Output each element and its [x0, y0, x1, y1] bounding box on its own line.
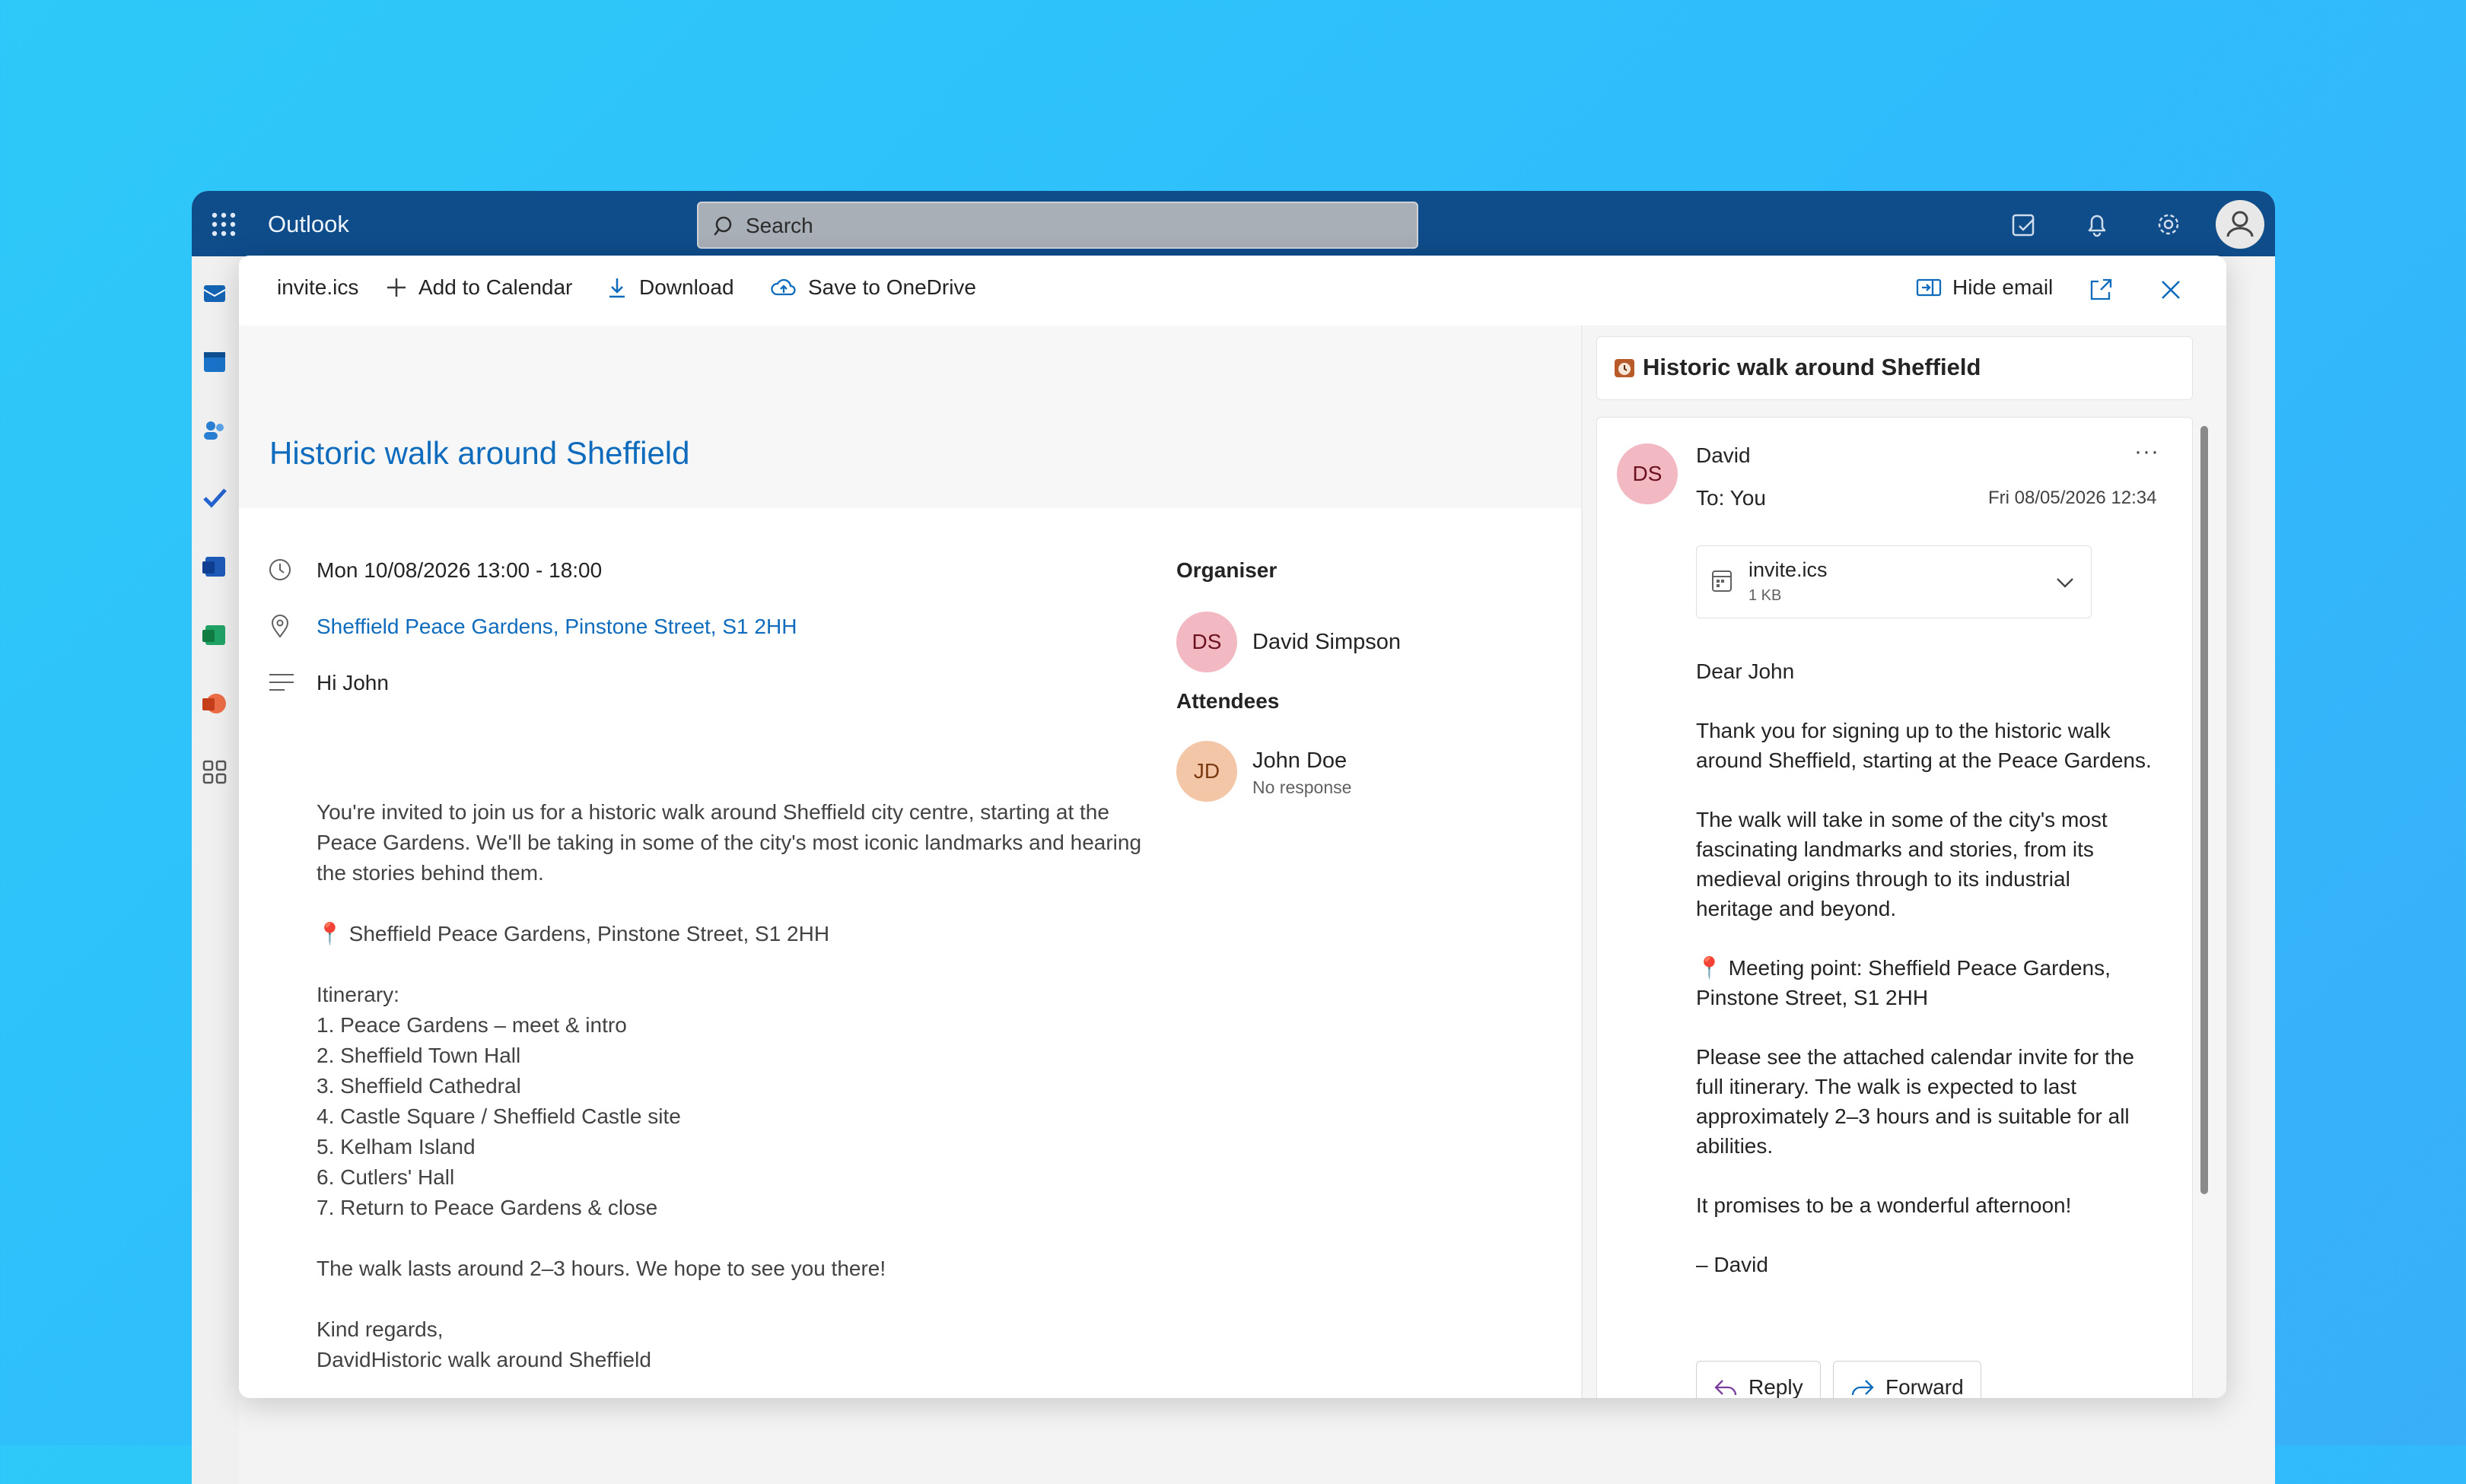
attendee-name: John Doe: [1252, 748, 1348, 773]
chevron-down-icon[interactable]: [2054, 572, 2076, 593]
calendar-file-icon: [1712, 570, 1732, 592]
powerpoint-icon[interactable]: [201, 690, 228, 717]
hide-email-button[interactable]: Hide email: [1916, 275, 2053, 300]
app-title: Outlook: [268, 211, 349, 237]
attachment-filename: invite.ics: [277, 275, 359, 299]
word-icon[interactable]: [201, 553, 228, 580]
preview-toolbar: invite.ics Add to Calendar Download Save…: [239, 256, 2226, 326]
people-icon[interactable]: [201, 416, 228, 443]
notifications-bell-icon[interactable]: [2082, 209, 2112, 240]
add-to-calendar-label: Add to Calendar: [418, 275, 573, 299]
to-label: To:: [1696, 486, 1725, 510]
email-pane: Historic walk around Sheffield DS David …: [1583, 326, 2226, 1398]
search-placeholder: Search: [746, 214, 813, 237]
forward-icon: [1851, 1380, 1874, 1396]
organiser-avatar: DS: [1176, 612, 1237, 672]
download-icon: [609, 278, 625, 298]
event-details-pane: Historic walk around Sheffield Mon 10/08…: [239, 326, 1583, 1398]
pop-out-icon[interactable]: [2088, 277, 2114, 303]
search-icon: [714, 216, 732, 236]
forward-button[interactable]: Forward: [1833, 1361, 1981, 1398]
close-icon[interactable]: [2158, 277, 2184, 303]
email-message: DS David To: You Fri 08/05/2026 12:34 ··…: [1596, 417, 2193, 1398]
attendee-avatar: JD: [1176, 741, 1237, 802]
calendar-icon[interactable]: [201, 348, 228, 375]
hide-email-label: Hide email: [1952, 275, 2054, 299]
event-greeting: Hi John: [317, 671, 389, 694]
top-bar: Outlook Search: [192, 191, 2275, 256]
mail-icon[interactable]: [201, 279, 228, 307]
organiser-name: David Simpson: [1252, 630, 1402, 654]
download-label: Download: [639, 275, 734, 299]
attachment-size: 1 KB: [1748, 587, 1782, 604]
settings-gear-icon[interactable]: [2153, 209, 2184, 240]
email-subject: Historic walk around Sheffield: [1643, 354, 1981, 380]
forward-label: Forward: [1885, 1375, 1964, 1398]
save-to-onedrive-label: Save to OneDrive: [808, 275, 976, 299]
cloud-upload-icon: [771, 278, 796, 296]
account-avatar[interactable]: [2216, 200, 2264, 249]
organiser-heading: Organiser: [1176, 558, 1278, 582]
sender-avatar: DS: [1617, 443, 1678, 504]
location-pin-icon: [271, 615, 289, 638]
reply-label: Reply: [1748, 1375, 1803, 1398]
attachment-preview-dialog: invite.ics Add to Calendar Download Save…: [239, 256, 2226, 1398]
attendees-heading: Attendees: [1176, 689, 1280, 713]
event-description: You're invited to join us for a historic…: [317, 800, 1142, 1371]
event-location-link[interactable]: Sheffield Peace Gardens, Pinstone Street…: [317, 615, 797, 639]
attachment-name: invite.ics: [1748, 558, 1828, 581]
more-actions-button[interactable]: ···: [2134, 439, 2159, 465]
reply-icon: [1714, 1380, 1737, 1396]
event-datetime: Mon 10/08/2026 13:00 - 18:00: [317, 558, 603, 582]
attendee-status: No response: [1252, 777, 1352, 797]
person-icon: [2226, 211, 2254, 237]
calendar-invite-icon: [1615, 359, 1634, 377]
plus-icon: [387, 278, 406, 297]
app-rail: [192, 256, 239, 1484]
event-title: Historic walk around Sheffield: [269, 435, 690, 471]
event-title-band: Historic walk around Sheffield: [239, 326, 1581, 508]
description-icon: [269, 674, 294, 691]
excel-icon[interactable]: [201, 621, 228, 649]
recipient-name: You: [1729, 486, 1766, 510]
sender-name: David: [1696, 443, 1751, 467]
add-to-calendar-button[interactable]: Add to Calendar: [385, 275, 572, 300]
download-button[interactable]: Download: [606, 275, 734, 300]
reply-button[interactable]: Reply: [1696, 1361, 1821, 1398]
email-scrollbar[interactable]: [2200, 426, 2208, 1194]
recipient-line: To: You: [1696, 486, 1766, 510]
search-input[interactable]: Search: [697, 202, 1418, 249]
more-apps-icon[interactable]: [201, 758, 228, 786]
todo-icon[interactable]: [201, 485, 228, 512]
save-to-onedrive-button[interactable]: Save to OneDrive: [770, 275, 976, 300]
email-date: Fri 08/05/2026 12:34: [1988, 488, 2157, 508]
app-launcher-icon[interactable]: [210, 211, 237, 238]
email-subject-card: Historic walk around Sheffield: [1596, 336, 2193, 400]
email-body: Dear John Thank you for signing up to th…: [1696, 659, 2152, 1276]
my-day-icon[interactable]: [2009, 209, 2039, 240]
attachment-card[interactable]: invite.ics 1 KB: [1696, 545, 2092, 618]
clock-icon: [269, 559, 291, 580]
panel-icon: [1916, 278, 1942, 297]
